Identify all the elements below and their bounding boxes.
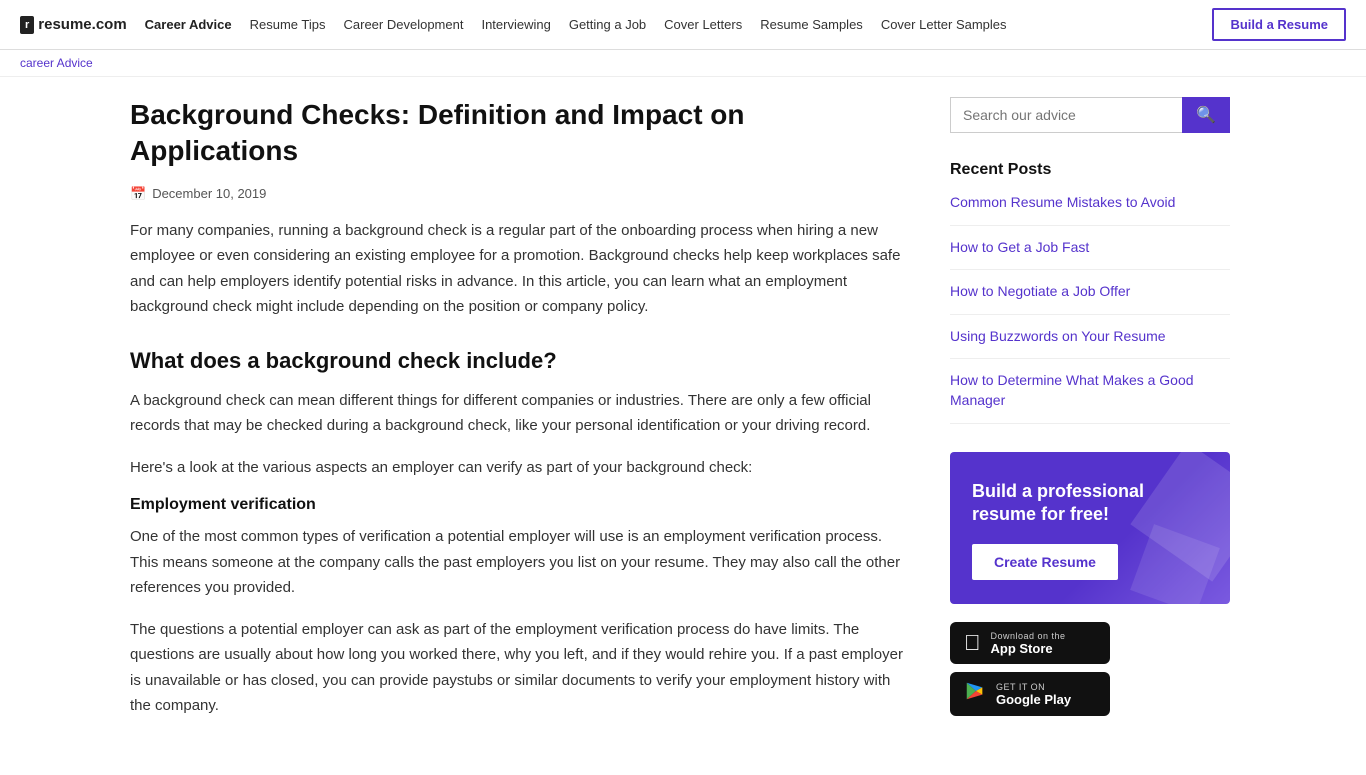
google-play-name-text: Google Play (996, 692, 1071, 707)
cta-box: Build a professional resume for free! Cr… (950, 452, 1230, 605)
list-item: How to Determine What Makes a Good Manag… (950, 359, 1230, 423)
article-intro: For many companies, running a background… (130, 218, 910, 320)
section1-title: What does a background check include? (130, 348, 910, 374)
list-item: How to Get a Job Fast (950, 226, 1230, 271)
recent-post-link-3[interactable]: How to Negotiate a Job Offer (950, 270, 1230, 315)
search-button[interactable]: 🔍 (1182, 97, 1230, 133)
site-header: r resume.com Career Advice Resume Tips C… (0, 0, 1366, 50)
list-item: Using Buzzwords on Your Resume (950, 315, 1230, 360)
nav-item-resume-samples[interactable]: Resume Samples (760, 17, 863, 32)
breadcrumb: career Advice (0, 50, 1366, 77)
nav-item-cover-letters[interactable]: Cover Letters (664, 17, 742, 32)
google-play-icon (964, 680, 986, 708)
list-item: Common Resume Mistakes to Avoid (950, 193, 1230, 226)
app-store-name-text: App Store (991, 641, 1066, 656)
recent-post-link-4[interactable]: Using Buzzwords on Your Resume (950, 315, 1230, 360)
section1-para1: A background check can mean different th… (130, 388, 910, 439)
search-input[interactable] (950, 97, 1182, 133)
calendar-icon: 📅 (130, 186, 146, 202)
sidebar: 🔍 Recent Posts Common Resume Mistakes to… (950, 97, 1230, 735)
nav-item-career-advice[interactable]: Career Advice (145, 17, 232, 32)
sub1-para2: The questions a potential employer can a… (130, 617, 910, 719)
recent-posts-section: Recent Posts Common Resume Mistakes to A… (950, 161, 1230, 424)
create-resume-button[interactable]: Create Resume (972, 544, 1118, 580)
search-box: 🔍 (950, 97, 1230, 133)
logo[interactable]: r resume.com (20, 16, 127, 34)
cta-title: Build a professional resume for free! (972, 480, 1208, 527)
list-item: How to Negotiate a Job Offer (950, 270, 1230, 315)
nav-item-cover-letter-samples[interactable]: Cover Letter Samples (881, 17, 1007, 32)
app-store-sub-text: Download on the (991, 631, 1066, 641)
recent-post-link-2[interactable]: How to Get a Job Fast (950, 226, 1230, 271)
google-play-sub-text: GET IT ON (996, 682, 1071, 692)
article-title: Background Checks: Definition and Impact… (130, 97, 910, 170)
recent-post-link-1[interactable]: Common Resume Mistakes to Avoid (950, 193, 1230, 226)
google-play-button[interactable]: GET IT ON Google Play (950, 672, 1110, 716)
apple-icon:  (964, 630, 981, 656)
sub1-para1: One of the most common types of verifica… (130, 524, 910, 601)
breadcrumb-link[interactable]: career Advice (20, 56, 93, 70)
article-date: 📅 December 10, 2019 (130, 186, 910, 202)
build-resume-button[interactable]: Build a Resume (1212, 8, 1346, 41)
recent-posts-title: Recent Posts (950, 161, 1230, 179)
nav-item-career-development[interactable]: Career Development (344, 17, 464, 32)
page-layout: Background Checks: Definition and Impact… (0, 77, 1366, 775)
section1-para2: Here's a look at the various aspects an … (130, 455, 910, 481)
logo-icon: r (20, 16, 34, 34)
logo-text: resume.com (38, 16, 126, 33)
recent-posts-list: Common Resume Mistakes to Avoid How to G… (950, 193, 1230, 424)
nav-item-interviewing[interactable]: Interviewing (481, 17, 550, 32)
article-date-text: December 10, 2019 (152, 186, 266, 201)
nav-item-getting-a-job[interactable]: Getting a Job (569, 17, 646, 32)
search-icon: 🔍 (1196, 107, 1216, 124)
recent-post-link-5[interactable]: How to Determine What Makes a Good Manag… (950, 359, 1230, 423)
sub1-title: Employment verification (130, 496, 910, 514)
app-store-button[interactable]:  Download on the App Store (950, 622, 1110, 664)
main-nav: Career Advice Resume Tips Career Develop… (145, 17, 1213, 32)
main-content: Background Checks: Definition and Impact… (130, 97, 910, 735)
nav-item-resume-tips[interactable]: Resume Tips (250, 17, 326, 32)
